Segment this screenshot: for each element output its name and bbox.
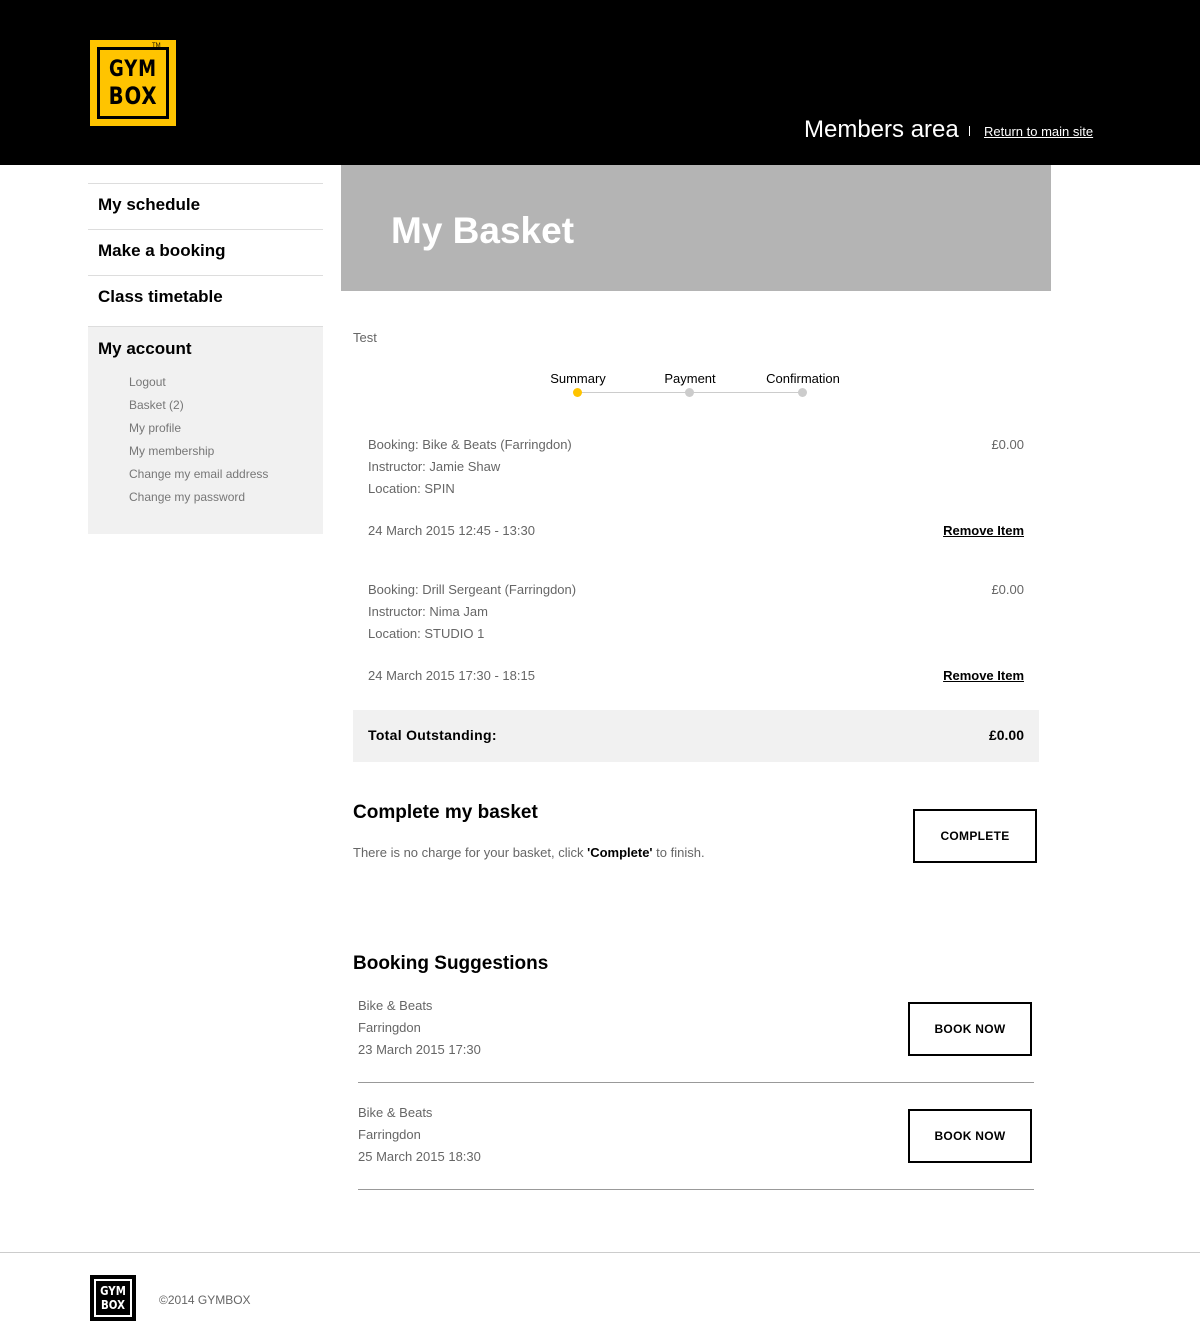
basket-item: Booking: Bike & Beats (Farringdon) Instr…	[368, 437, 1024, 538]
copyright-text: ©2014 GYMBOX	[159, 1293, 251, 1307]
footer-divider	[0, 1252, 1200, 1253]
return-to-main-site-link[interactable]: Return to main site	[984, 124, 1093, 139]
suggestion-club: Farringdon	[358, 1127, 421, 1142]
basket-item-location: Location: SPIN	[368, 481, 455, 496]
basket-item: Booking: Drill Sergeant (Farringdon) Ins…	[368, 582, 1024, 683]
account-link-change-email[interactable]: Change my email address	[129, 463, 268, 486]
logo-trademark: TM	[152, 43, 161, 49]
account-link-my-membership[interactable]: My membership	[129, 440, 268, 463]
logo-text-gym: GYM	[109, 57, 157, 82]
gymbox-logo[interactable]: GYM BOX TM	[90, 40, 176, 126]
complete-text-bold: 'Complete'	[587, 845, 653, 860]
logo-frame: GYM BOX	[97, 47, 169, 119]
complete-text-after: to finish.	[652, 845, 705, 860]
step-summary-dot	[573, 388, 582, 397]
book-now-button[interactable]: BOOK NOW	[908, 1002, 1032, 1056]
complete-button[interactable]: COMPLETE	[913, 809, 1037, 863]
suggestion-item: Bike & Beats Farringdon 23 March 2015 17…	[358, 998, 1034, 1083]
suggestion-details: Bike & Beats Farringdon 25 March 2015 18…	[358, 1105, 481, 1171]
sidebar-item-make-a-booking[interactable]: Make a booking	[88, 229, 323, 275]
my-account-panel: My account Logout Basket (2) My profile …	[88, 326, 323, 534]
basket-item-price: £0.00	[991, 437, 1024, 452]
basket-item-instructor: Instructor: Nima Jam	[368, 604, 488, 619]
footer-logo-text-box: BOX	[101, 1298, 125, 1312]
suggestion-class-name: Bike & Beats	[358, 998, 433, 1013]
remove-item-link[interactable]: Remove Item	[943, 668, 1024, 684]
account-link-my-profile[interactable]: My profile	[129, 417, 268, 440]
basket-item-datetime: 24 March 2015 12:45 - 13:30	[368, 523, 535, 538]
suggestion-datetime: 25 March 2015 18:30	[358, 1149, 481, 1164]
basket-item-datetime: 24 March 2015 17:30 - 18:15	[368, 668, 535, 683]
suggestion-class-name: Bike & Beats	[358, 1105, 433, 1120]
sidebar-item-my-schedule[interactable]: My schedule	[88, 183, 323, 229]
sidebar-item-class-timetable[interactable]: Class timetable	[88, 275, 323, 321]
basket-item-booking: Booking: Bike & Beats (Farringdon)	[368, 437, 572, 452]
account-link-logout[interactable]: Logout	[129, 371, 268, 394]
remove-item-link[interactable]: Remove Item	[943, 523, 1024, 539]
footer-logo-text-gym: GYM	[100, 1284, 126, 1298]
basket-item-location: Location: STUDIO 1	[368, 626, 485, 641]
suggestion-item: Bike & Beats Farringdon 25 March 2015 18…	[358, 1105, 1034, 1190]
total-outstanding-value: £0.00	[988, 727, 1024, 743]
step-payment-label: Payment	[664, 371, 716, 386]
suggestion-details: Bike & Beats Farringdon 23 March 2015 17…	[358, 998, 481, 1064]
members-area-title: Members area	[804, 116, 959, 143]
step-payment: Payment	[640, 370, 740, 397]
my-account-title[interactable]: My account	[98, 339, 192, 359]
complete-basket-text: There is no charge for your basket, clic…	[353, 845, 705, 861]
step-summary-label: Summary	[550, 371, 606, 386]
booking-suggestions-heading: Booking Suggestions	[353, 953, 549, 974]
footer-logo-frame: GYM BOX	[94, 1279, 132, 1317]
suggestion-datetime: 23 March 2015 17:30	[358, 1042, 481, 1057]
step-summary: Summary	[528, 370, 628, 397]
footer-logo[interactable]: GYM BOX	[90, 1275, 136, 1321]
step-confirmation-dot	[798, 388, 807, 397]
account-link-basket[interactable]: Basket (2)	[129, 394, 268, 417]
complete-basket-heading: Complete my basket	[353, 802, 538, 823]
checkout-progress: Summary Payment Confirmation	[540, 370, 860, 400]
user-label: Test	[353, 330, 377, 345]
page-title: My Basket	[391, 210, 575, 251]
sidebar: My schedule Make a booking Class timetab…	[88, 183, 323, 534]
suggestion-club: Farringdon	[358, 1020, 421, 1035]
step-payment-dot	[685, 388, 694, 397]
total-outstanding-row: Total Outstanding: £0.00	[353, 710, 1039, 762]
complete-text-before: There is no charge for your basket, clic…	[353, 845, 588, 860]
total-outstanding-label: Total Outstanding:	[368, 727, 497, 743]
account-links: Logout Basket (2) My profile My membersh…	[129, 371, 268, 509]
page-banner: My Basket	[341, 165, 1051, 291]
basket-item-price: £0.00	[991, 582, 1024, 597]
account-link-change-password[interactable]: Change my password	[129, 486, 268, 509]
header-divider	[969, 126, 970, 136]
basket-item-instructor: Instructor: Jamie Shaw	[368, 459, 501, 474]
step-confirmation: Confirmation	[753, 370, 853, 397]
book-now-button[interactable]: BOOK NOW	[908, 1109, 1032, 1163]
step-confirmation-label: Confirmation	[766, 371, 840, 386]
logo-text-box: BOX	[108, 82, 158, 110]
site-header: GYM BOX TM Members area Return to main s…	[0, 0, 1200, 165]
basket-item-booking: Booking: Drill Sergeant (Farringdon)	[368, 582, 577, 597]
